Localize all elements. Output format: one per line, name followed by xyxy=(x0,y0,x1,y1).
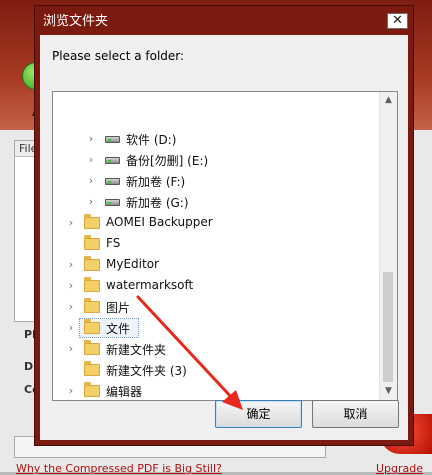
annotation-arrow xyxy=(136,295,243,410)
